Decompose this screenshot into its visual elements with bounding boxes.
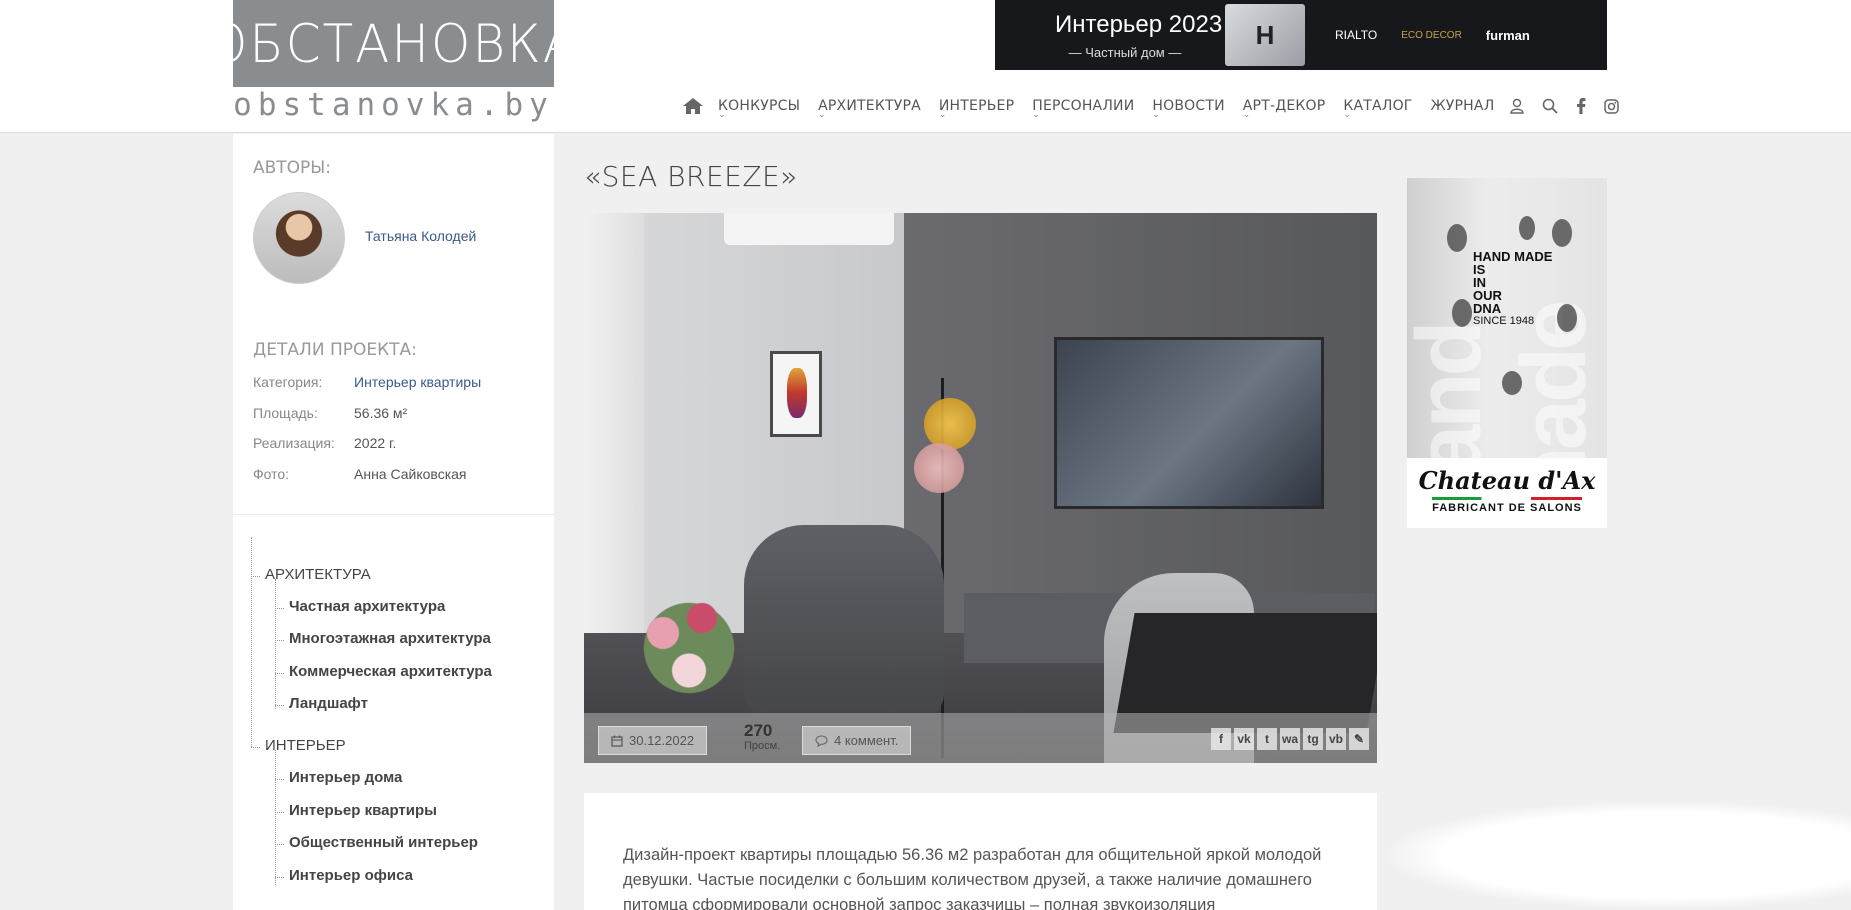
detail-key: Фото: bbox=[253, 466, 290, 482]
detail-value: Анна Сайковская bbox=[354, 466, 467, 482]
blank-overlay bbox=[1380, 800, 1851, 910]
italy-flag-stripe bbox=[1432, 497, 1582, 500]
brand-rialto: RIALTO bbox=[1335, 28, 1378, 42]
tree-sub-item[interactable]: Многоэтажная архитектура bbox=[275, 630, 491, 647]
whatsapp-share-icon[interactable]: wa bbox=[1280, 728, 1300, 750]
nav-arkhitektura[interactable]: АРХИТЕКТУРА bbox=[818, 98, 921, 120]
detail-value: 56.36 м² bbox=[354, 405, 408, 421]
sidebar-ad[interactable]: hand made HAND MADE IS IN OUR DNA SINCE … bbox=[1407, 178, 1607, 528]
banner-cube: H bbox=[1225, 4, 1305, 66]
logo-box: ОБСТАНОВКА bbox=[208, 0, 577, 87]
nav-zhurnal[interactable]: ЖУРНАЛ bbox=[1431, 98, 1495, 114]
photo-meta-bar: 30.12.2022 270 Просм. 4 коммент. f vk t … bbox=[584, 713, 1377, 763]
banner-brands: RIALTO ECO DECOR furman bbox=[1335, 28, 1530, 43]
detail-year: Реализация: 2022 г. bbox=[253, 435, 396, 451]
nav-katalog[interactable]: КАТАЛОГ bbox=[1343, 98, 1412, 120]
comment-icon bbox=[815, 734, 828, 747]
authors-title: АВТОРЫ: bbox=[253, 158, 332, 178]
banner-title: Интерьер 2023 bbox=[1055, 10, 1223, 38]
facebook-icon[interactable] bbox=[1576, 98, 1586, 114]
calendar-icon bbox=[611, 735, 623, 747]
comments-button[interactable]: 4 коммент. bbox=[802, 726, 912, 755]
nav-konkursy[interactable]: КОНКУРСЫ bbox=[718, 98, 800, 120]
site-header: ОБСТАНОВКА obstanovka.by Интерьер 2023 —… bbox=[0, 0, 1851, 133]
avatar[interactable] bbox=[253, 192, 345, 284]
ad-brand-name: Chateau d'Ax bbox=[1418, 466, 1596, 495]
vk-share-icon[interactable]: vk bbox=[1234, 728, 1254, 750]
search-icon[interactable] bbox=[1542, 98, 1559, 114]
tree-sub-item[interactable]: Ландшафт bbox=[275, 695, 368, 712]
nav-novosti[interactable]: НОВОСТИ bbox=[1152, 98, 1224, 120]
link-share-icon[interactable]: ✎ bbox=[1349, 728, 1369, 750]
logo-wordmark: ОБСТАНОВКА bbox=[208, 13, 579, 74]
ad-since: SINCE 1948 bbox=[1473, 315, 1535, 327]
date-badge: 30.12.2022 bbox=[598, 726, 708, 755]
tree-sub-item[interactable]: Интерьер квартиры bbox=[275, 802, 437, 819]
ad-slogan: HAND MADE IS IN OUR DNA SINCE 1948 bbox=[1473, 250, 1552, 328]
tree-sub-item[interactable]: Интерьер офиса bbox=[275, 867, 413, 884]
telegram-share-icon[interactable]: tg bbox=[1303, 728, 1323, 750]
post-date: 30.12.2022 bbox=[629, 733, 695, 748]
project-photo[interactable]: 30.12.2022 270 Просм. 4 коммент. f vk t … bbox=[584, 213, 1377, 763]
views-label: Просм. bbox=[744, 740, 781, 752]
share-buttons: f vk t wa tg vb ✎ bbox=[1211, 728, 1369, 750]
detail-key: Реализация: bbox=[253, 435, 335, 451]
brand-furman: furman bbox=[1485, 27, 1530, 43]
tree-cat-architecture[interactable]: АРХИТЕКТУРА bbox=[251, 566, 371, 583]
ad-tagline: FABRICANT DE SALONS bbox=[1432, 502, 1582, 514]
author-link[interactable]: Татьяна Колодей bbox=[365, 228, 476, 244]
twitter-share-icon[interactable]: t bbox=[1257, 728, 1277, 750]
detail-photo: Фото: Анна Сайковская bbox=[253, 466, 467, 482]
logo-url: obstanovka.by bbox=[233, 87, 554, 123]
site-logo[interactable]: ОБСТАНОВКА obstanovka.by bbox=[208, 0, 577, 123]
tree-sub-item[interactable]: Общественный интерьер bbox=[275, 834, 478, 851]
instagram-icon[interactable] bbox=[1604, 98, 1620, 114]
brand-eco-decor: ECO DECOR bbox=[1401, 29, 1462, 41]
detail-key: Площадь: bbox=[253, 405, 318, 421]
nav-art-dekor[interactable]: АРТ-ДЕКОР bbox=[1243, 98, 1326, 120]
banner-subtitle: — Частный дом — bbox=[1068, 44, 1182, 60]
comments-count: 4 коммент. bbox=[834, 733, 899, 748]
category-link[interactable]: Интерьер квартиры bbox=[354, 374, 481, 390]
ad-line: DNA bbox=[1473, 301, 1502, 316]
left-sidebar: АВТОРЫ: Татьяна Колодей ДЕТАЛИ ПРОЕКТА: … bbox=[233, 134, 554, 910]
ad-brand: Chateau d'Ax FABRICANT DE SALONS bbox=[1407, 458, 1607, 528]
tree-sub-item[interactable]: Коммерческая архитектура bbox=[275, 663, 492, 680]
page-title: «SEA BREEZE» bbox=[584, 160, 798, 193]
nav-interer[interactable]: ИНТЕРЬЕР bbox=[939, 98, 1014, 120]
divider bbox=[233, 514, 554, 515]
detail-key: Категория: bbox=[253, 374, 323, 390]
viber-share-icon[interactable]: vb bbox=[1326, 728, 1346, 750]
detail-category: Категория: Интерьер квартиры bbox=[253, 374, 481, 390]
views-count: 270 bbox=[744, 721, 773, 740]
top-banner-ad[interactable]: Интерьер 2023 — Частный дом — H RIALTO E… bbox=[995, 0, 1607, 70]
tree-sub-item[interactable]: Интерьер дома bbox=[274, 769, 402, 786]
facebook-share-icon[interactable]: f bbox=[1211, 728, 1231, 750]
user-icon[interactable] bbox=[1510, 98, 1525, 114]
nav-personalii[interactable]: ПЕРСОНАЛИИ bbox=[1032, 98, 1134, 120]
article-body: Дизайн-проект квартиры площадью 56.36 м2… bbox=[584, 793, 1377, 910]
tree-sub-item[interactable]: Частная архитектура bbox=[274, 598, 445, 615]
views-counter: 270 Просм. bbox=[744, 721, 781, 753]
details-title: ДЕТАЛИ ПРОЕКТА: bbox=[253, 340, 417, 360]
main-nav: КОНКУРСЫ АРХИТЕКТУРА ИНТЕРЬЕР ПЕРСОНАЛИИ… bbox=[682, 95, 1620, 120]
detail-value: 2022 г. bbox=[354, 435, 397, 451]
tree-cat-interior[interactable]: ИНТЕРЬЕР bbox=[251, 737, 346, 754]
article-text: Дизайн-проект квартиры площадью 56.36 м2… bbox=[623, 846, 1322, 910]
home-icon[interactable] bbox=[682, 97, 704, 115]
detail-area: Площадь: 56.36 м² bbox=[253, 405, 407, 421]
